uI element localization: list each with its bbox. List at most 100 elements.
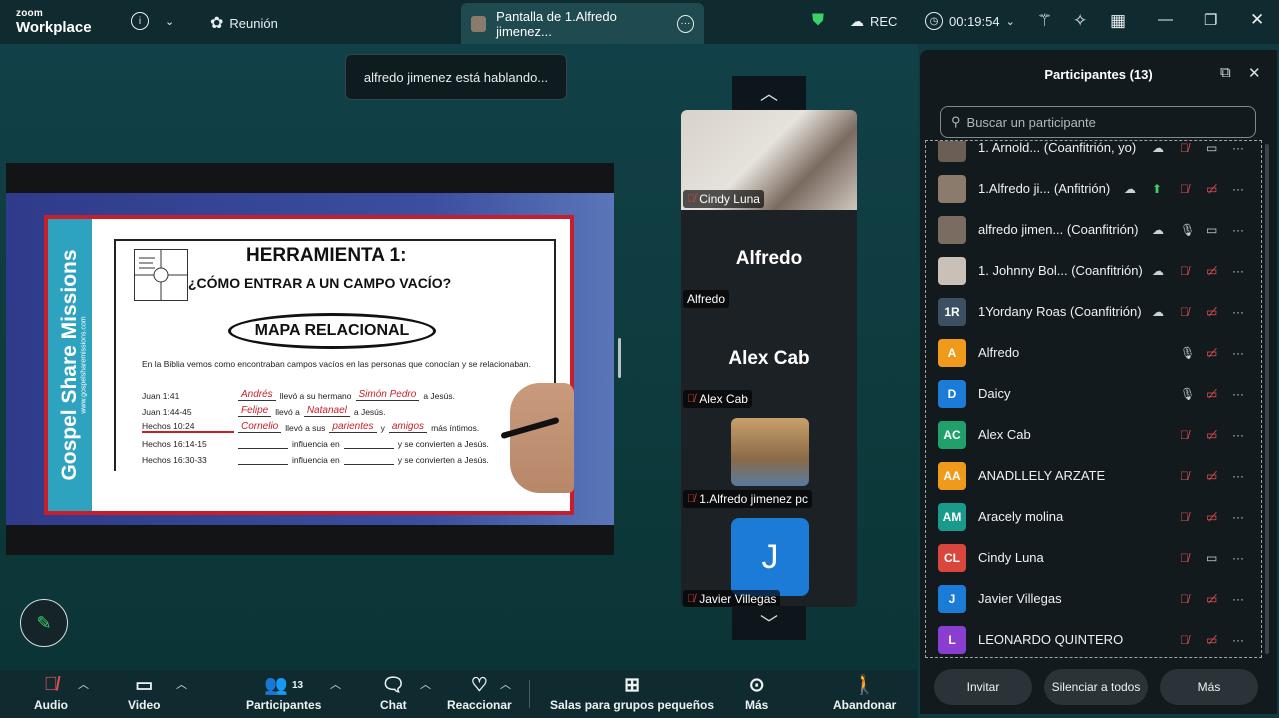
avatar [938,174,966,203]
grid-icon: ⊞ [624,674,640,696]
chat-label: Chat [380,698,407,712]
participant-row[interactable]: A Alfredo 🎙 ▭̸ ··· [926,332,1261,373]
participant-name: Cindy Luna [978,550,1044,565]
participant-row[interactable]: 1.Alfredo ji... (Anfitrión) ☁ ⬆ 🎙̸ ▭̸ ··… [926,168,1261,209]
mic-muted-icon: 🎙̸ [1180,304,1189,319]
minimize-icon[interactable]: — [1158,11,1173,28]
mic-muted-icon: 🎙̸ [1180,468,1189,483]
participant-row[interactable]: 1. Johnny Bol... (Coanfitrión) ☁ 🎙̸ ▭̸ ·… [926,250,1261,291]
participant-row[interactable]: 1R 1Yordany Roas (Coanfitrión) ☁ 🎙̸ ▭̸ ·… [926,291,1261,332]
chevron-up-icon[interactable]: ︿ [420,676,431,692]
participant-row[interactable]: 1. Arnold... (Coanfitrión, yo) ☁ 🎙̸ ▭ ··… [926,140,1261,168]
pencil-icon: ✎ [36,612,52,633]
meeting-menu[interactable]: ✿ Reunión [210,13,278,33]
tile-big-name: Alfredo [735,248,803,269]
more-icon[interactable]: ··· [1232,223,1244,237]
rec-label: REC [870,14,898,29]
invite-button[interactable]: Invitar [934,669,1032,705]
scrollbar[interactable] [1265,144,1269,654]
tile-name-text: 1.Alfredo jimenez pc [699,492,808,506]
tile-name: Alfredo [683,290,730,308]
sparkle-icon[interactable]: ✧ [1073,11,1087,31]
audio-button[interactable]: 🎙̸ Audio [34,672,68,712]
video-tile[interactable]: Alex Cab 🎙̸ Alex Cab [681,310,857,410]
clock-icon: ◷ [925,12,943,30]
close-icon[interactable]: ✕ [1248,64,1261,82]
strip-down-button[interactable]: ﹀ [732,606,806,640]
search-input[interactable]: ⚲ Buscar un participante [940,106,1256,138]
mute-all-button[interactable]: Silenciar a todos [1044,669,1148,705]
mic-muted-icon: 🎙̸ [1180,140,1189,155]
more-icon[interactable]: ··· [1232,633,1244,647]
avatar [938,256,966,285]
resize-handle[interactable] [618,338,621,378]
row-blank [343,448,394,449]
slide-intro: En la Biblia vemos como encontraban camp… [142,359,531,369]
chevron-up-icon[interactable]: ︿ [176,676,187,692]
row-answer: parientes [329,421,377,433]
video-tile[interactable]: Alfredo Alfredo [681,210,857,310]
cloud-record-icon: ☁ [1124,181,1136,196]
recording-indicator[interactable]: ☁ REC [850,13,897,30]
participant-name: alfredo jimen... (Coanfitrión) [978,222,1139,237]
row-text: llevó a [275,407,300,417]
participant-row[interactable]: AC Alex Cab 🎙̸ ▭̸ ··· [926,414,1261,455]
more-icon[interactable]: ··· [1232,428,1244,442]
participant-name: Aracely molina [978,509,1064,524]
mic-muted-icon: 🎙̸ [1180,181,1189,196]
more-icon[interactable]: ··· [1232,264,1244,278]
participant-row[interactable]: J Javier Villegas 🎙̸ ▭̸ ··· [926,578,1261,619]
chevron-down-icon: ⌄ [165,15,175,28]
video-tile[interactable]: J 🎙̸ Javier Villegas [681,510,857,607]
more-icon[interactable]: ··· [1232,551,1244,565]
video-button[interactable]: ▭ Video [128,672,160,713]
slide: Gospel Share Missions www.gospelsharemis… [44,215,574,515]
chevron-up-icon[interactable]: ︿ [500,676,511,692]
participant-row[interactable]: D Daicy 🎙 ▭̸ ··· [926,373,1261,414]
more-icon[interactable]: ··· [1232,387,1244,401]
slide-row: Juan 1:44-45 Felipe llevó a Natanael a J… [142,401,562,417]
meeting-info-button[interactable]: i ⌄ [131,12,174,30]
participants-button[interactable]: 👥 13 Participantes [246,672,321,712]
more-icon[interactable]: ··· [1232,592,1244,606]
leave-icon: 🚶 [852,675,877,696]
magic-wand-icon[interactable]: ⚚ [1037,11,1052,31]
participant-row[interactable]: CL Cindy Luna 🎙̸ ▭ ··· [926,537,1261,578]
participant-row[interactable]: alfredo jimen... (Coanfitrión) ☁ 🎙 ▭ ··· [926,209,1261,250]
participant-row[interactable]: L LEONARDO QUINTERO 🎙̸ ▭̸ ··· [926,619,1261,657]
more-button[interactable]: ⊙ Más [745,672,768,713]
more-icon[interactable]: ··· [676,14,694,33]
more-icon[interactable]: ··· [1232,182,1244,196]
restore-icon[interactable]: ❐ [1204,11,1217,29]
timer[interactable]: ◷ 00:19:54 ⌄ [925,12,1015,30]
more-icon[interactable]: ··· [1232,510,1244,524]
leave-button[interactable]: 🚶 Abandonar [833,672,896,712]
close-icon[interactable]: ✕ [1250,10,1264,30]
layout-icon[interactable]: ▦ [1110,11,1126,31]
strip-up-button[interactable]: ︿ [732,76,806,110]
annotate-button[interactable]: ✎ [20,599,68,647]
mic-muted-icon: 🎙̸ [1180,550,1189,565]
participant-row[interactable]: AM Aracely molina 🎙̸ ▭̸ ··· [926,496,1261,537]
chat-button[interactable]: 🗨 Chat [380,672,407,712]
participant-row[interactable]: AA ANADLLELY ARZATE 🎙̸ ▭̸ ··· [926,455,1261,496]
more-icon[interactable]: ··· [1232,469,1244,483]
search-placeholder: Buscar un participante [966,114,1096,130]
slide-diagram-icon [134,249,188,301]
breakout-rooms-button[interactable]: ⊞ Salas para grupos pequeños [550,672,714,713]
chevron-up-icon[interactable]: ︿ [78,676,89,692]
share-screen-tab[interactable]: Pantalla de 1.Alfredo jimenez... ··· [461,3,704,44]
video-tile[interactable]: 🎙̸ 1.Alfredo jimenez pc [681,410,857,510]
video-tile[interactable]: 🎙̸ Cindy Luna [681,110,857,210]
camera-feed [731,418,809,486]
more-icon[interactable]: ··· [1232,141,1244,155]
more-icon[interactable]: ··· [1232,305,1244,319]
popout-icon[interactable]: ⧉ [1220,64,1231,81]
camera-off-icon: ▭̸ [1206,591,1218,606]
share-tab-label: Pantalla de 1.Alfredo jimenez... [496,8,617,39]
shield-icon[interactable]: ⛊ [812,12,824,30]
chevron-up-icon[interactable]: ︿ [330,676,341,692]
more-icon[interactable]: ··· [1232,346,1244,360]
more-button[interactable]: Más [1160,669,1258,705]
shared-screen[interactable]: Gospel Share Missions www.gospelsharemis… [6,163,614,555]
